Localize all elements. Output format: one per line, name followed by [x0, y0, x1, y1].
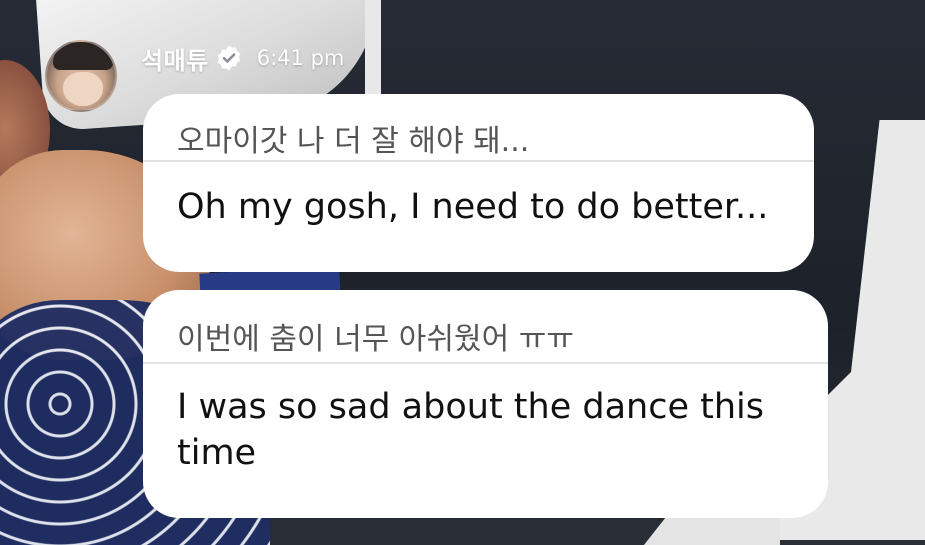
- avatar[interactable]: [45, 40, 117, 112]
- author-name[interactable]: 석매튜: [141, 41, 209, 76]
- verified-check-icon: [215, 44, 243, 72]
- author-row: 석매튜 6:41 pm: [141, 41, 344, 76]
- background-stripe: [365, 0, 381, 100]
- translation-text: I was so sad about the dance this time: [177, 387, 764, 473]
- translation-text: Oh my gosh, I need to do better...: [177, 187, 769, 227]
- message-bubble[interactable]: 이번에 춤이 너무 아쉬웠어 ㅠㅠ I was so sad about the…: [143, 290, 828, 518]
- message-bubble[interactable]: 오마이갓 나 더 잘 해야 돼... Oh my gosh, I need to…: [143, 94, 814, 272]
- original-text: 오마이갓 나 더 잘 해야 돼...: [177, 124, 530, 159]
- message-time: 6:41 pm: [256, 46, 345, 70]
- original-text: 이번에 춤이 너무 아쉬웠어 ㅠㅠ: [177, 322, 574, 357]
